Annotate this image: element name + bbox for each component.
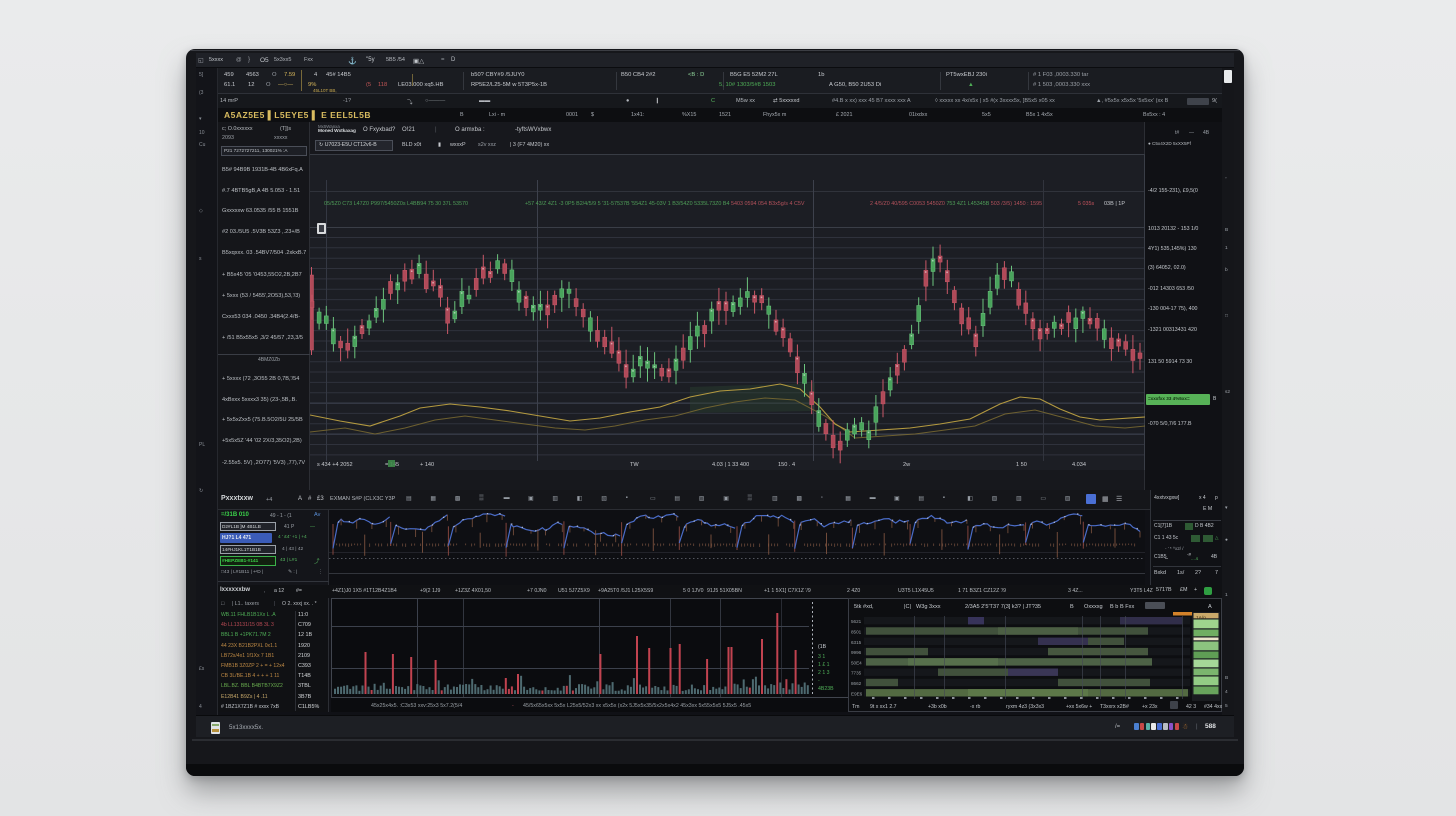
svg-text:05/5Z0 C73 L47Z0 P997/5450Z0s: 05/5Z0 C73 L47Z0 P997/5450Z0s L4BB94 75 … — [324, 201, 468, 207]
svg-text:42 3: 42 3 — [1186, 704, 1196, 710]
svg-text:2 4/5/Z0 40/595 C0053 5450Z0 7: 2 4/5/Z0 40/595 C0053 5450Z0 753 4Z1 L45… — [870, 201, 1042, 207]
svg-text:(1B: (1B — [818, 644, 827, 650]
svg-text:#34 4xxD: #34 4xxD — [1204, 704, 1222, 710]
svg-text:4.034: 4.034 — [1072, 462, 1086, 468]
svg-text:4B23B: 4B23B — [818, 686, 834, 692]
svg-text:50E4: 50E4 — [851, 660, 862, 665]
svg-text:B b B Fxx: B b B Fxx — [1110, 604, 1134, 610]
svg-text:|C|: |C| — [904, 604, 911, 610]
svg-text:+3b x0b: +3b x0b — [928, 704, 947, 710]
svg-text:W3g 3xxx: W3g 3xxx — [916, 604, 941, 610]
svg-text:5tk #xd,: 5tk #xd, — [854, 604, 874, 610]
svg-text:+57 43/Z 4Z1 -3 0P5 B2/4/5/9: +57 43/Z 4Z1 -3 0P5 B2/4/5/9 5 '31-57537… — [525, 201, 805, 207]
svg-text:2w: 2w — [903, 462, 911, 468]
svg-text:+ 140: + 140 — [420, 462, 434, 468]
svg-text:1 50: 1 50 — [1016, 462, 1027, 468]
svg-text:8662: 8662 — [851, 681, 862, 686]
svg-text:1A/n: 1A/n — [1196, 615, 1206, 621]
svg-text:4.03 | 1 33 400: 4.03 | 1 33 400 — [712, 462, 749, 468]
svg-text:9996: 9996 — [851, 650, 862, 655]
svg-text:Oxxxxg: Oxxxxg — [1084, 604, 1103, 610]
svg-text:+xx 5x6w +: +xx 5x6w + — [1066, 704, 1092, 710]
svg-text:6315: 6315 — [851, 640, 862, 645]
svg-text:45/5x65x5xx 5x5x L25x5/52x3 xx: 45/5x65x5xx 5x5x L25x5/52x3 xx x5x5x (x2… — [523, 703, 751, 709]
svg-text:45x25x4x5. :C3x53 xxv:25x3 5x7: 45x25x4x5. :C3x53 xxv:25x3 5x7.2(5/4 — [371, 703, 462, 709]
svg-text:9t x xx1 2.7: 9t x xx1 2.7 — [870, 704, 897, 710]
svg-text:150 . 4: 150 . 4 — [778, 462, 795, 468]
svg-text:A: A — [1208, 604, 1212, 610]
svg-text:8501: 8501 — [851, 630, 862, 635]
svg-text:+x 23x: +x 23x — [1142, 704, 1158, 710]
svg-text:3 1: 3 1 — [818, 654, 825, 660]
svg-text:7735: 7735 — [851, 671, 862, 676]
svg-text:2 1 3: 2 1 3 — [818, 670, 830, 676]
svg-text:2/3A5 2'5'T37 7(3] k3? | JT?35: 2/3A5 2'5'T37 7(3] k3? | JT?35 — [965, 604, 1041, 610]
svg-text:-: - — [818, 678, 820, 684]
svg-text:Tm: Tm — [852, 704, 860, 710]
svg-text:E9E6: E9E6 — [851, 691, 863, 696]
svg-text:-x rb: -x rb — [970, 704, 980, 710]
svg-text:T3xxrx x2B#: T3xxrx x2B# — [1100, 704, 1129, 710]
svg-text:5621: 5621 — [851, 619, 862, 624]
svg-text:1 £ 1: 1 £ 1 — [818, 662, 830, 668]
svg-text:s 434 +4 2052: s 434 +4 2052 — [317, 462, 353, 468]
svg-text:-: - — [512, 703, 514, 709]
svg-text:03B | 1P: 03B | 1P — [1104, 201, 1125, 207]
svg-text:ryxm 4z3 (3x3x3: ryxm 4z3 (3x3x3 — [1006, 704, 1044, 710]
svg-text:TW: TW — [630, 462, 639, 468]
svg-text:5 035s: 5 035s — [1078, 201, 1094, 207]
svg-text:B: B — [1070, 604, 1074, 610]
